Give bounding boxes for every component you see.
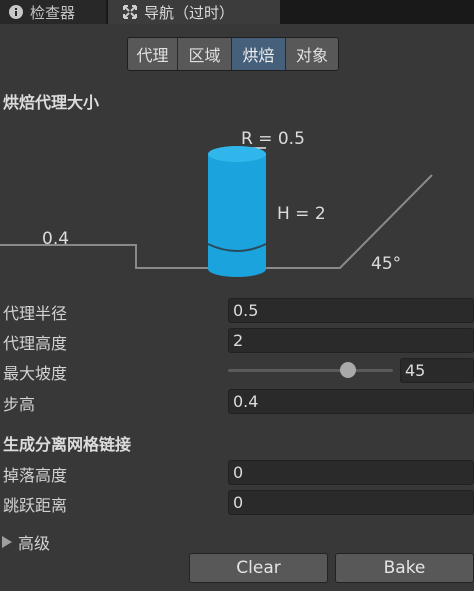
drop-height-label: 掉落高度 [3,466,68,485]
window-tab-bar: 检查器 导航（过时） [0,0,474,24]
max-slope-label: 最大坡度 [3,364,68,383]
max-slope-slider-thumb[interactable] [339,362,356,378]
segment-bake[interactable]: 烘焙 [232,38,286,70]
foldout-triangle-icon [2,536,12,548]
agent-height-label: 代理高度 [3,334,68,353]
section-title-agent-size: 烘焙代理大小 [3,93,100,112]
info-icon [9,5,23,19]
step-height-field[interactable]: 0.4 [228,389,474,414]
diagram-height-label: H = 2 [277,204,326,224]
section-title-off-mesh-links: 生成分离网格链接 [3,435,132,454]
segment-agents[interactable]: 代理 [128,38,178,70]
segment-object[interactable]: 对象 [286,38,338,70]
agent-radius-label: 代理半径 [3,304,68,323]
agent-height-field[interactable]: 2 [228,328,474,353]
navigation-mode-segmented-control: 代理 区域 烘焙 对象 [127,37,339,71]
drop-height-field[interactable]: 0 [228,460,474,485]
navigation-icon [123,5,137,19]
diagram-slope-label: 45° [371,254,401,274]
clear-button[interactable]: Clear [189,553,328,583]
jump-distance-field[interactable]: 0 [228,490,474,515]
diagram-radius-label: R = 0.5 [241,129,305,149]
max-slope-slider-track[interactable] [228,369,393,372]
advanced-foldout-label: 高级 [18,534,51,553]
agent-size-diagram: R = 0.5 H = 2 0.4 45° [0,129,433,277]
bake-button[interactable]: Bake [335,553,474,583]
max-slope-field[interactable]: 45 [400,358,474,383]
advanced-foldout[interactable]: 高级 [2,530,50,554]
step-height-label: 步高 [3,395,36,414]
agent-radius-field[interactable]: 0.5 [228,298,474,323]
tab-inspector-label: 检查器 [30,3,76,22]
diagram-step-label: 0.4 [42,229,69,249]
jump-distance-label: 跳跃距离 [3,496,68,515]
tab-navigation[interactable]: 导航（过时） [108,0,280,24]
tab-navigation-label: 导航（过时） [144,3,235,22]
diagram-agent-cylinder-bottom [208,261,266,277]
tab-inspector[interactable]: 检查器 [0,0,106,24]
segment-areas[interactable]: 区域 [178,38,232,70]
